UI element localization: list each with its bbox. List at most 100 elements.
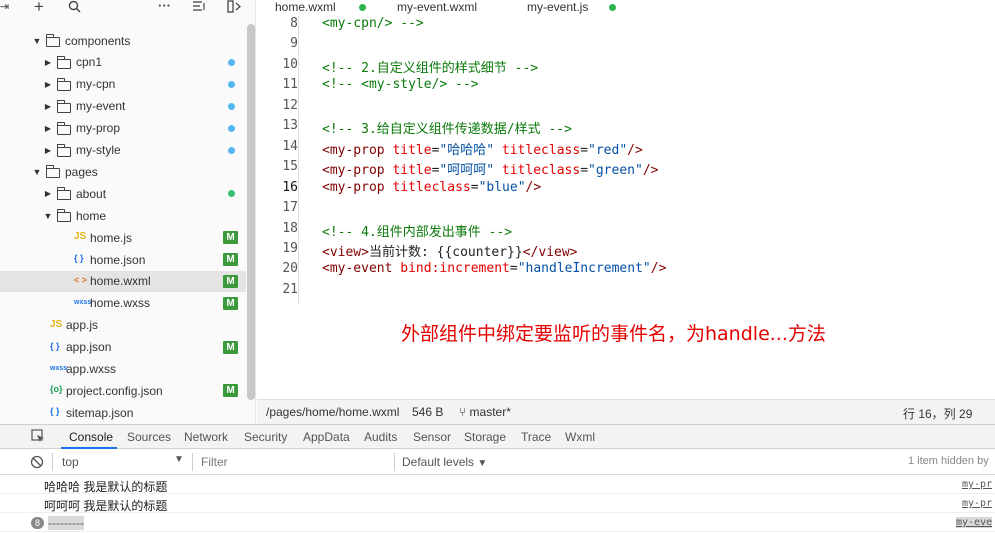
tab-my-event-js[interactable]: my-event.js: [527, 0, 616, 16]
console-source-link[interactable]: my-eve: [956, 517, 993, 528]
filter-input[interactable]: Filter: [201, 455, 228, 469]
code-text: <view>当前计数: {{counter}}</view>: [322, 241, 578, 260]
status-bar: /pages/home/home.wxml 546 B ⑂ master* 行 …: [257, 399, 995, 424]
chevron-right-icon[interactable]: ▶: [43, 124, 53, 133]
tab-wxml[interactable]: Wxml: [565, 430, 595, 444]
console-message: 哈哈哈 我是默认的标题 my-pr: [0, 476, 995, 494]
code-line[interactable]: 18 <!-- 4.组件内部发出事件 -->: [257, 221, 995, 241]
cursor-position[interactable]: 行 16，列 29: [903, 405, 972, 422]
tab-console[interactable]: Console: [69, 430, 113, 444]
tree-item-about[interactable]: ▶ about: [0, 183, 246, 204]
code-text: <!-- 3.给自定义组件传递数据/样式 -->: [322, 118, 572, 137]
console-message-text: 呵呵呵 我是默认的标题: [44, 499, 168, 513]
status-dot: [228, 102, 235, 110]
code-line[interactable]: 14 <my-prop title="哈哈哈" titleclass="red"/…: [257, 139, 995, 159]
chevron-down-icon[interactable]: ▼: [32, 167, 42, 177]
search-icon[interactable]: [68, 0, 81, 16]
code-line[interactable]: 15 <my-prop title="呵呵呵" titleclass="green…: [257, 159, 995, 179]
console-source-link[interactable]: my-pr: [962, 479, 992, 490]
code-line[interactable]: 17: [257, 200, 995, 220]
code-token: <!-- <my-style/> -->: [322, 77, 479, 93]
tab-home-wxml[interactable]: home.wxml: [275, 0, 366, 16]
code-line[interactable]: 19 <view>当前计数: {{counter}}</view>: [257, 241, 995, 261]
tab-storage[interactable]: Storage: [464, 430, 506, 444]
file-size: 546 B: [412, 405, 444, 419]
console-message: 呵呵呵 我是默认的标题 my-pr: [0, 495, 995, 513]
tab-sources[interactable]: Sources: [127, 430, 171, 444]
clear-console-icon[interactable]: [30, 455, 44, 472]
code-token: <my-prop: [322, 142, 393, 158]
tree-item-sitemap-json[interactable]: { } sitemap.json: [0, 402, 246, 423]
tree-item-app-json[interactable]: { } app.json M: [0, 337, 246, 358]
tree-item-app-wxss[interactable]: wxss app.wxss: [0, 359, 246, 380]
sort-list-icon[interactable]: [193, 0, 206, 15]
separator: [394, 453, 395, 471]
collapse-icon[interactable]: ⇥: [0, 0, 9, 13]
line-number: 20: [282, 261, 298, 277]
code-line[interactable]: 20 <my-event bind:increment="handleIncrem…: [257, 261, 995, 281]
code-text: <my-cpn/> -->: [322, 16, 424, 31]
code-line[interactable]: 10 <!-- 2.自定义组件的样式细节 -->: [257, 57, 995, 77]
tree-item-cpn1[interactable]: ▶ cpn1: [0, 52, 246, 73]
chevron-right-icon[interactable]: ▶: [43, 80, 53, 89]
chevron-right-icon[interactable]: ▶: [43, 102, 53, 111]
tree-item-my-prop[interactable]: ▶ my-prop: [0, 118, 246, 139]
line-number: 16: [282, 179, 298, 195]
tree-item-app-js[interactable]: JS app.js: [0, 315, 246, 336]
log-levels-select[interactable]: Default levels ▼: [402, 455, 487, 469]
js-file-icon: JS: [50, 318, 63, 330]
file-path[interactable]: /pages/home/home.wxml: [266, 405, 399, 419]
code-token: <my-prop: [322, 179, 393, 195]
tree-item-my-style[interactable]: ▶ my-style: [0, 140, 246, 161]
chevron-down-icon[interactable]: ▼: [32, 36, 42, 46]
chevron-right-icon[interactable]: ▶: [43, 58, 53, 67]
tree-item-home-js[interactable]: JS home.js M: [0, 227, 246, 248]
code-token: =: [580, 163, 589, 179]
tab-sensor[interactable]: Sensor: [413, 430, 451, 444]
tree-item-home[interactable]: ▼ home: [0, 205, 246, 226]
code-text: <!-- 4.组件内部发出事件 -->: [322, 221, 512, 240]
tree-item-my-cpn[interactable]: ▶ my-cpn: [0, 74, 246, 95]
inspect-element-icon[interactable]: [31, 429, 45, 446]
git-branch[interactable]: ⑂ master*: [459, 405, 511, 419]
split-view-icon[interactable]: [227, 0, 241, 16]
add-file-button[interactable]: +: [34, 0, 44, 17]
line-number: 10: [282, 56, 298, 72]
tree-item-home-wxss[interactable]: wxss home.wxss M: [0, 293, 246, 314]
code-token: =: [470, 179, 479, 195]
tab-security[interactable]: Security: [244, 430, 287, 444]
chevron-down-icon[interactable]: ▼: [43, 211, 53, 221]
tab-network[interactable]: Network: [184, 430, 228, 444]
annotation-text: 外部组件中绑定要监听的事件名，为handle...方法: [401, 323, 826, 345]
code-line[interactable]: 12: [257, 98, 995, 118]
tab-my-event-wxml[interactable]: my-event.wxml: [397, 0, 477, 16]
branch-name: master*: [469, 405, 511, 419]
code-line[interactable]: 8 <my-cpn/> -->: [257, 16, 995, 36]
code-line[interactable]: 9: [257, 36, 995, 56]
chevron-right-icon[interactable]: ▶: [43, 189, 53, 198]
tab-audits[interactable]: Audits: [364, 430, 397, 444]
tree-item-project-config-json[interactable]: {o} project.config.json M: [0, 380, 246, 401]
code-line[interactable]: 11 <!-- <my-style/> -->: [257, 77, 995, 97]
tree-item-components[interactable]: ▼ components: [0, 30, 246, 51]
chevron-down-icon[interactable]: ▼: [174, 454, 184, 465]
status-dot: [228, 146, 235, 154]
sidebar-scrollbar[interactable]: [247, 24, 255, 400]
more-icon[interactable]: ···: [158, 0, 171, 13]
tree-item-home-json[interactable]: { } home.json M: [0, 249, 246, 270]
tab-appdata[interactable]: AppData: [303, 430, 350, 444]
modified-badge: M: [223, 296, 238, 310]
chevron-right-icon[interactable]: ▶: [43, 146, 53, 155]
code-line[interactable]: 16 <my-prop titleclass="blue"/>: [257, 180, 995, 200]
code-token: />: [642, 163, 659, 179]
console-source-link[interactable]: my-pr: [962, 498, 992, 509]
tree-item-home-wxml[interactable]: < > home.wxml M: [0, 270, 246, 292]
tree-item-my-event[interactable]: ▶ my-event: [0, 96, 246, 117]
tab-trace[interactable]: Trace: [521, 430, 551, 444]
context-select[interactable]: top: [62, 455, 79, 469]
code-line[interactable]: 13 <!-- 3.给自定义组件传递数据/样式 -->: [257, 118, 995, 138]
code-line[interactable]: 21: [257, 282, 995, 302]
tree-item-pages[interactable]: ▼ pages: [0, 161, 246, 182]
tree-item-label: home.json: [90, 252, 146, 267]
line-number: 9: [290, 36, 298, 52]
